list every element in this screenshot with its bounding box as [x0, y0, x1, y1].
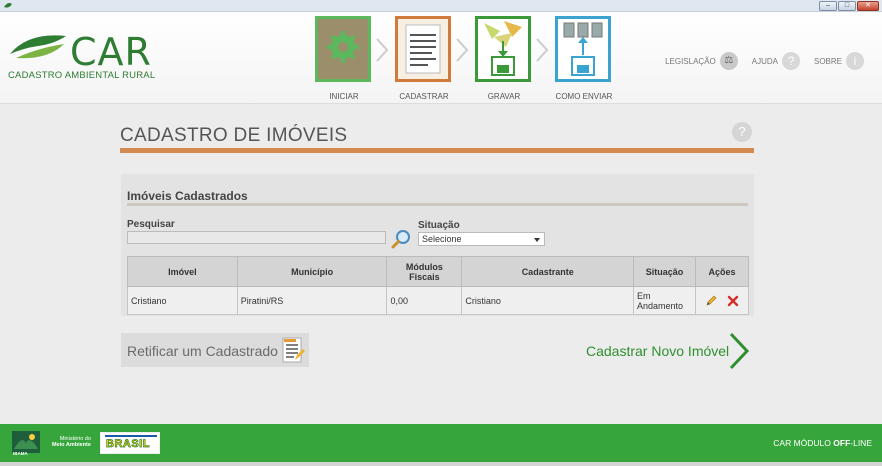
top-navigation: LEGISLAÇÃO ⚖ AJUDA ? SOBRE i — [665, 52, 864, 70]
modulo-off: OFF — [833, 438, 851, 448]
step-iniciar[interactable]: INICIAR — [315, 16, 373, 101]
logo-title: CAR — [70, 30, 152, 74]
close-button[interactable]: ✕ — [857, 1, 879, 11]
app-header: CAR CADASTRO AMBIENTAL RURAL INICIAR CAD… — [0, 12, 882, 104]
ajuda-link[interactable]: AJUDA — [752, 57, 778, 66]
sobre-link[interactable]: SOBRE — [814, 57, 842, 66]
cell-cadastrante: Cristiano — [461, 286, 635, 315]
ibama-text: IBAMA — [13, 451, 28, 456]
cadastrar-image — [395, 16, 451, 82]
table-header-row: Imóvel Município Módulos Fiscais Cadastr… — [127, 256, 749, 287]
search-label: Pesquisar — [127, 219, 175, 230]
step-gravar-label: GRAVAR — [487, 92, 521, 101]
rectify-document-icon — [282, 337, 305, 363]
col-acoes: Ações — [695, 256, 749, 287]
save-disk-icon — [484, 21, 522, 76]
info-icon[interactable]: i — [846, 52, 864, 70]
col-imovel[interactable]: Imóvel — [127, 256, 238, 287]
step-iniciar-label: INICIAR — [329, 92, 359, 101]
help-icon[interactable]: ? — [781, 52, 800, 70]
cell-situacao: Em Andamento — [633, 286, 696, 315]
step-como-enviar[interactable]: COMO ENVIAR — [555, 16, 613, 101]
search-input[interactable] — [127, 231, 386, 244]
step-como-enviar-label: COMO ENVIAR — [555, 92, 613, 101]
ministerio-text: Ministério do Meio Ambiente — [52, 436, 91, 448]
table-row[interactable]: Cristiano Piratini/RS 0,00 Cristiano Em … — [127, 286, 749, 315]
scales-icon[interactable]: ⚖ — [719, 52, 738, 70]
modulo-offline-text: CAR MÓDULO OFF-LINE — [773, 438, 872, 448]
brasil-logo-bar — [105, 435, 157, 437]
document-icon — [405, 24, 441, 74]
iniciar-image — [315, 16, 371, 82]
retificar-button[interactable]: Retificar um Cadastrado — [121, 333, 309, 367]
panel-divider — [127, 203, 748, 206]
brasil-logo: BRASIL — [100, 432, 160, 454]
cell-imovel: Cristiano — [127, 286, 238, 315]
edit-pencil-icon[interactable] — [705, 295, 717, 307]
page-help-icon[interactable]: ? — [732, 122, 752, 142]
title-divider — [120, 148, 754, 153]
cell-municipio: Piratini/RS — [236, 286, 388, 315]
chevron-right-icon — [536, 38, 549, 62]
col-cadastrante[interactable]: Cadastrante — [461, 256, 635, 287]
search-icon[interactable] — [391, 229, 411, 249]
gear-icon — [318, 19, 368, 79]
chevron-right-icon — [456, 38, 469, 62]
imoveis-table: Imóvel Município Módulos Fiscais Cadastr… — [127, 256, 749, 315]
app-leaf-icon — [4, 3, 12, 8]
cell-modulos: 0,00 — [386, 286, 463, 315]
maximize-button[interactable]: □ — [838, 1, 856, 11]
modulo-end: -LINE — [850, 438, 872, 448]
brasil-text: BRASIL — [106, 438, 150, 451]
chevron-right-icon — [729, 332, 750, 370]
col-modulos-fiscais[interactable]: Módulos Fiscais — [386, 256, 463, 287]
minimize-button[interactable]: – — [819, 1, 837, 11]
footer-bar: IBAMA Ministério do Meio Ambiente BRASIL… — [0, 424, 882, 462]
step-gravar[interactable]: GRAVAR — [475, 16, 533, 101]
upload-server-icon — [563, 22, 603, 76]
status-bar — [0, 462, 882, 466]
step-cadastrar-label: CADASTRAR — [399, 92, 449, 101]
logo-subtitle: CADASTRO AMBIENTAL RURAL — [8, 70, 156, 81]
car-logo: CAR CADASTRO AMBIENTAL RURAL — [8, 30, 155, 81]
situacao-select[interactable]: Selecione — [418, 232, 545, 246]
como-enviar-image — [555, 16, 611, 82]
panel-title: Imóveis Cadastrados — [127, 189, 248, 203]
delete-x-icon[interactable] — [727, 295, 739, 307]
ministerio-line2: Meio Ambiente — [52, 442, 91, 448]
situacao-label: Situação — [418, 220, 460, 231]
imoveis-panel: Imóveis Cadastrados Pesquisar Situação S… — [121, 174, 754, 316]
cadastrar-novo-label: Cadastrar Novo Imóvel — [586, 343, 730, 359]
cell-acoes — [695, 286, 749, 315]
col-municipio[interactable]: Município — [236, 256, 388, 287]
chevron-right-icon — [376, 38, 389, 62]
retificar-label: Retificar um Cadastrado — [127, 343, 278, 359]
gravar-image — [475, 16, 531, 82]
dropdown-arrow-icon — [534, 238, 540, 242]
window-titlebar: – □ ✕ — [0, 0, 882, 12]
legislacao-link[interactable]: LEGISLAÇÃO — [665, 57, 716, 66]
page-title: CADASTRO DE IMÓVEIS — [120, 125, 348, 146]
car-leaf-logo-icon — [10, 35, 66, 59]
situacao-selected-value: Selecione — [422, 234, 462, 244]
step-cadastrar[interactable]: CADASTRAR — [395, 16, 453, 101]
modulo-prefix: CAR MÓDULO — [773, 438, 834, 448]
col-situacao[interactable]: Situação — [633, 256, 696, 287]
